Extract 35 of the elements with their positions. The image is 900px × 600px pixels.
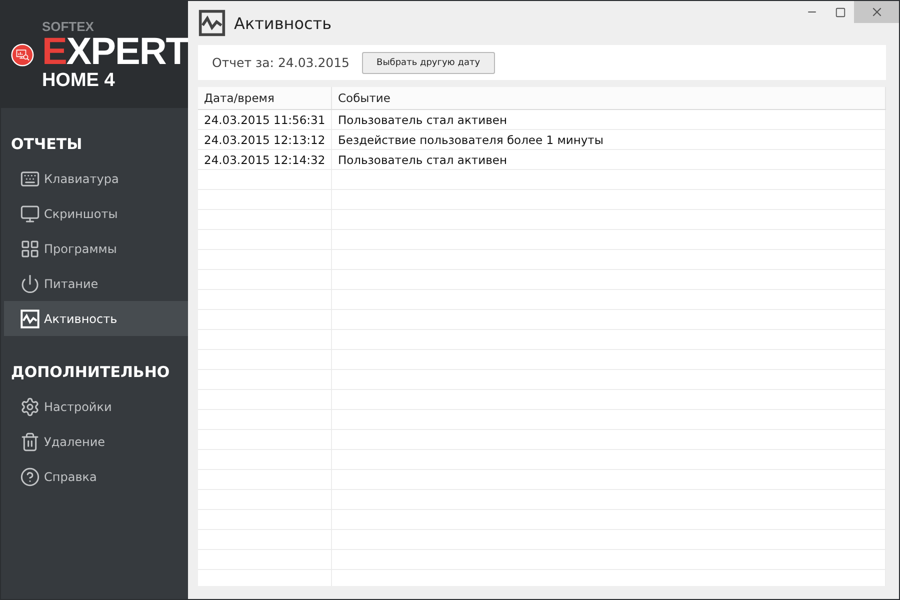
sidebar-section-title: ДОПОЛНИТЕЛЬНО: [10, 362, 171, 383]
sidebar-item[interactable]: Удаление: [4, 424, 188, 459]
table-cell: Бездействие пользователя более 1 минуты: [332, 130, 886, 149]
gear-icon: [20, 396, 40, 416]
keyboard-icon: [20, 168, 40, 188]
table-cell: 24.03.2015 12:14:32: [198, 150, 332, 169]
table-cell: Пользователь стал активен: [332, 110, 886, 129]
column-header[interactable]: Дата/время: [198, 87, 332, 109]
choose-date-button[interactable]: Выбрать другую дату: [362, 52, 496, 74]
window-title: Активность: [234, 14, 332, 32]
sidebar-item[interactable]: Справка: [4, 459, 188, 494]
logo-brand: SOFTEX: [42, 20, 95, 32]
trash-icon: [20, 432, 40, 452]
power-icon: [20, 274, 40, 294]
sidebar-item[interactable]: Скриншоты: [4, 196, 188, 231]
sidebar-item[interactable]: Активность: [4, 301, 188, 336]
sidebar-item[interactable]: Питание: [4, 266, 188, 301]
grid-icon: [20, 238, 40, 258]
sidebar-item[interactable]: Клавиатура: [4, 161, 188, 196]
logo-name: EXPERT: [42, 32, 188, 70]
sidebar-item[interactable]: Программы: [4, 231, 188, 266]
report-date-label: Отчет за: 24.03.2015: [212, 55, 350, 70]
activity-icon: [198, 9, 226, 37]
maximize-icon: [834, 6, 846, 18]
table-cell: 24.03.2015 11:56:31: [198, 110, 332, 129]
logo-edition: HOME 4: [42, 70, 116, 90]
column-header[interactable]: Событие: [332, 87, 886, 109]
sidebar-section-title: ОТЧЕТЫ: [10, 134, 84, 155]
close-button[interactable]: [854, 1, 899, 23]
table-cell: Пользователь стал активен: [332, 150, 886, 169]
activity-icon: [20, 308, 40, 328]
monitor-icon: [20, 204, 40, 224]
help-icon: [20, 466, 40, 486]
sidebar-item[interactable]: Настройки: [4, 389, 188, 424]
table-cell: 24.03.2015 12:13:12: [198, 130, 332, 149]
